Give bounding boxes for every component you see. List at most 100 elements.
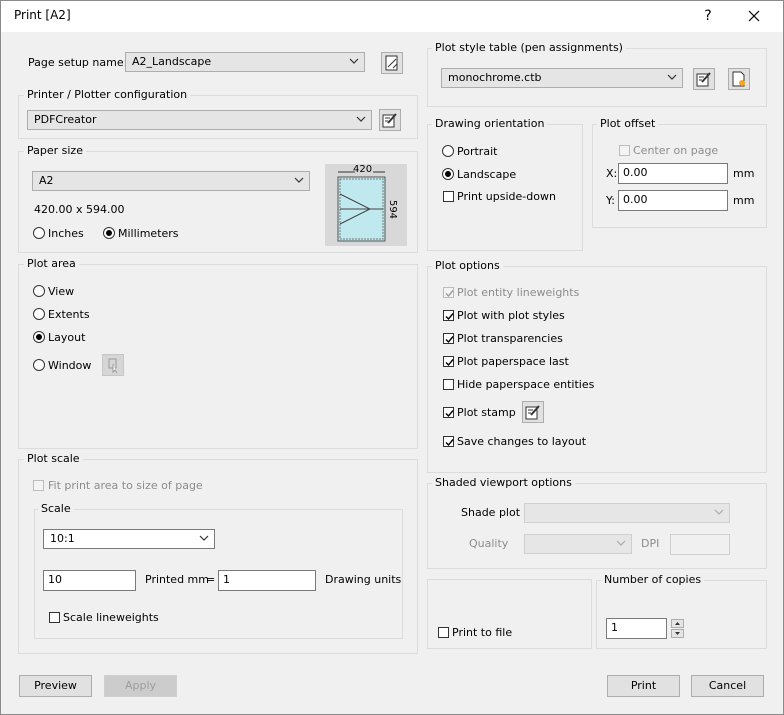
plot-offset-label: Plot offset [597, 117, 659, 130]
printer-select[interactable]: PDFCreator [27, 110, 372, 130]
transparencies-checkbox[interactable] [443, 333, 454, 344]
close-icon [748, 10, 760, 22]
paper-width-label: 420 [353, 164, 373, 175]
shaded-viewport-group [427, 483, 767, 569]
checkmark-icon [445, 410, 454, 418]
upside-down-label: Print upside-down [457, 190, 556, 203]
paper-dimensions: 420.00 x 594.00 [34, 203, 125, 216]
fit-to-page-checkbox[interactable] [33, 480, 44, 491]
landscape-radio[interactable] [442, 168, 454, 180]
print-button[interactable]: Print [607, 675, 680, 697]
paper-height-label: 594 [387, 199, 399, 220]
plot-stamp-settings-button[interactable] [522, 401, 544, 423]
window-radio[interactable] [33, 359, 45, 371]
page-setup-select[interactable]: A2_Landscape [125, 52, 365, 72]
shade-plot-label: Shade plot [461, 506, 521, 519]
drawing-units-input[interactable]: 1 [218, 570, 316, 591]
offset-y-unit: mm [733, 194, 755, 207]
plot-style-select[interactable]: monochrome.ctb [441, 68, 683, 88]
millimeters-label: Millimeters [118, 227, 179, 240]
layout-radio[interactable] [33, 331, 45, 343]
plot-area-group [18, 264, 418, 449]
copies-increment[interactable] [671, 619, 684, 628]
offset-x-input[interactable]: 0.00 [618, 163, 728, 184]
checkmark-icon [445, 313, 454, 321]
copies-input[interactable]: 1 [606, 618, 667, 639]
inches-radio[interactable] [33, 227, 45, 239]
pick-window-icon [108, 358, 118, 374]
offset-y-label: Y: [606, 194, 615, 207]
page-setup-icon [385, 55, 398, 71]
checkmark-icon [445, 290, 454, 298]
equals-sign: = [206, 573, 216, 586]
entity-lineweights-checkbox[interactable] [443, 287, 454, 298]
paperspace-last-checkbox[interactable] [443, 356, 454, 367]
chevron-down-icon [356, 116, 366, 122]
printed-mm-input[interactable]: 10 [43, 570, 136, 591]
edit-plot-style-button[interactable] [693, 68, 715, 90]
cancel-button[interactable]: Cancel [691, 675, 764, 697]
plot-stamp-checkbox[interactable] [443, 407, 454, 418]
window-pick-button[interactable] [102, 354, 124, 376]
quality-label: Quality [469, 537, 509, 550]
paper-size-select[interactable]: A2 [32, 171, 310, 191]
hide-paperspace-checkbox[interactable] [443, 379, 454, 390]
printer-value: PDFCreator [34, 113, 97, 126]
extents-radio[interactable] [33, 308, 45, 320]
help-button[interactable]: ? [688, 0, 728, 32]
plot-area-label: Plot area [24, 257, 79, 270]
plot-styles-checkbox[interactable] [443, 310, 454, 321]
shaded-viewport-label: Shaded viewport options [432, 476, 575, 489]
chevron-down-icon [616, 540, 626, 546]
inches-label: Inches [48, 227, 84, 240]
edit-icon [696, 72, 711, 87]
layout-label: Layout [48, 331, 86, 344]
copies-label: Number of copies [601, 573, 705, 586]
plot-style-value: monochrome.ctb [448, 71, 542, 84]
print-to-file-checkbox[interactable] [438, 627, 449, 638]
chevron-down-icon [349, 58, 359, 64]
new-plot-style-button[interactable] [728, 68, 750, 90]
plot-style-label: Plot style table (pen assignments) [432, 41, 626, 54]
orientation-label: Drawing orientation [432, 117, 548, 130]
dpi-input[interactable] [670, 534, 730, 555]
millimeters-radio[interactable] [103, 227, 115, 239]
save-changes-label: Save changes to layout [457, 435, 587, 448]
paperspace-last-label: Plot paperspace last [457, 355, 569, 368]
arrow-down-icon [675, 632, 680, 635]
paper-preview: 420 594 [325, 164, 407, 246]
printer-properties-button[interactable] [379, 109, 401, 131]
checkmark-icon [445, 359, 454, 367]
copies-decrement[interactable] [671, 629, 684, 638]
center-on-page-checkbox[interactable] [619, 145, 630, 156]
close-button[interactable] [734, 0, 774, 32]
scale-label: Scale [38, 502, 74, 515]
offset-x-unit: mm [733, 167, 755, 180]
drawing-units-label: Drawing units [325, 573, 402, 586]
apply-button[interactable]: Apply [104, 675, 177, 697]
portrait-radio[interactable] [442, 145, 454, 157]
checkmark-icon [445, 336, 454, 344]
entity-lineweights-label: Plot entity lineweights [457, 286, 580, 299]
scale-select[interactable]: 10:1 [43, 529, 215, 549]
arrow-up-icon [675, 622, 680, 625]
paper-size-label: Paper size [24, 144, 86, 157]
chevron-down-icon [294, 177, 304, 183]
fit-to-page-label: Fit print area to size of page [48, 479, 203, 492]
scale-lineweights-checkbox[interactable] [49, 612, 60, 623]
save-changes-checkbox[interactable] [443, 436, 454, 447]
page-setup-manager-button[interactable] [381, 52, 403, 74]
shade-plot-select[interactable] [524, 503, 730, 523]
offset-x-label: X: [606, 167, 618, 180]
landscape-label: Landscape [457, 168, 517, 181]
transparencies-label: Plot transparencies [457, 332, 563, 345]
view-radio[interactable] [33, 285, 45, 297]
checkmark-icon [445, 439, 454, 447]
paper-size-value: A2 [39, 174, 54, 187]
printed-mm-label: Printed mm [145, 573, 209, 586]
upside-down-checkbox[interactable] [443, 191, 454, 202]
quality-select[interactable] [524, 534, 632, 554]
plot-options-label: Plot options [432, 259, 503, 272]
preview-button[interactable]: Preview [19, 675, 92, 697]
offset-y-input[interactable]: 0.00 [618, 190, 728, 211]
